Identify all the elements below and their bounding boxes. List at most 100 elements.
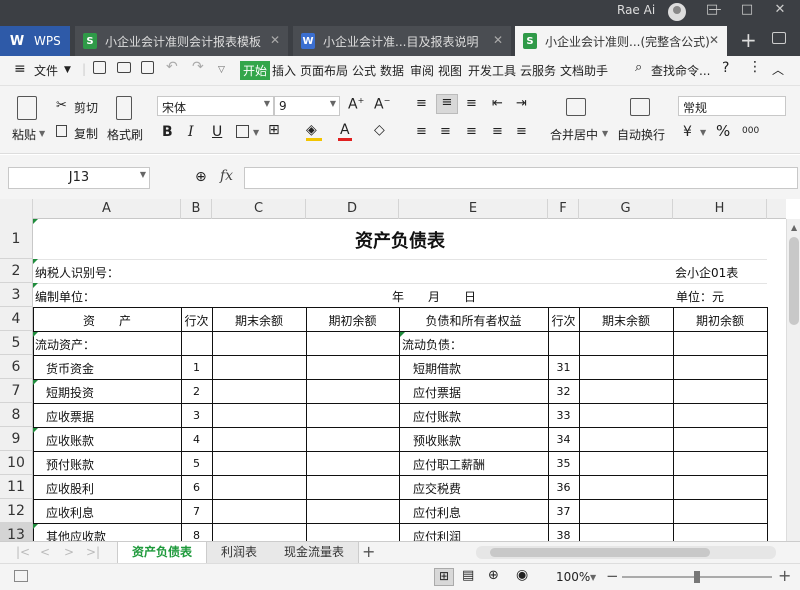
zoom-out-button[interactable]: −	[606, 567, 619, 585]
redo-icon[interactable]: ↷	[192, 59, 204, 75]
copy-button[interactable]: 复制	[74, 125, 98, 142]
column-header[interactable]: G	[579, 199, 673, 219]
prev-sheet-icon[interactable]: <	[40, 545, 50, 559]
asset-item[interactable]: 应收账款	[46, 432, 94, 449]
tab-document-2[interactable]: W 小企业会计准...目及报表说明 ✕	[293, 26, 511, 56]
print-preview-icon[interactable]	[141, 61, 154, 74]
close-window-icon[interactable]: ✕	[768, 2, 792, 17]
asset-line-no[interactable]: 7	[181, 505, 212, 518]
reading-mode-icon[interactable]: ◉	[516, 567, 528, 583]
print-icon[interactable]	[117, 62, 131, 73]
zoom-formula-icon[interactable]: ⊕	[195, 169, 207, 185]
menu-developer[interactable]: 开发工具	[468, 62, 516, 79]
tab-document-1[interactable]: S 小企业会计准则会计报表模板 ✕	[75, 26, 288, 56]
page-layout-view-icon[interactable]: ▤	[462, 568, 474, 583]
menu-home[interactable]: 开始	[240, 61, 271, 80]
asset-item[interactable]: 短期投资	[46, 384, 94, 401]
font-color-icon[interactable]: A	[340, 122, 350, 138]
liability-item[interactable]: 短期借款	[413, 360, 461, 377]
column-header[interactable]: B	[181, 199, 212, 219]
liability-line-no[interactable]: 35	[548, 457, 579, 470]
row-header[interactable]: 7	[0, 379, 33, 403]
merge-grid-icon[interactable]: ⊞	[268, 122, 280, 138]
wrap-text-icon[interactable]	[630, 98, 650, 116]
spreadsheet-grid[interactable]: A B C D E F G H 1 2 3 4 5 6 7 8 9 10 11 …	[0, 199, 800, 541]
add-sheet-button[interactable]: +	[362, 542, 375, 561]
asset-line-no[interactable]: 5	[181, 457, 212, 470]
table-header[interactable]: 期末余额	[579, 312, 673, 329]
close-tab-icon[interactable]: ✕	[493, 33, 503, 47]
save-icon[interactable]	[93, 61, 106, 74]
menu-view[interactable]: 视图	[438, 62, 462, 79]
scrollbar-thumb[interactable]	[789, 237, 799, 325]
scrollbar-thumb[interactable]	[490, 548, 710, 557]
zoom-slider[interactable]	[622, 571, 772, 583]
unit-label[interactable]: 单位：元	[676, 288, 724, 305]
cut-button[interactable]: 剪切	[74, 99, 98, 116]
liability-line-no[interactable]: 37	[548, 505, 579, 518]
close-tab-icon[interactable]: ✕	[270, 33, 280, 47]
chevron-down-icon[interactable]: ▽	[218, 65, 225, 75]
row-header[interactable]: 3	[0, 283, 33, 307]
column-header[interactable]: D	[306, 199, 399, 219]
align-middle-icon[interactable]: ≡	[436, 94, 458, 114]
table-header[interactable]: 行次	[181, 312, 212, 329]
tab-wps-home[interactable]: W WPS	[0, 26, 70, 56]
asset-line-no[interactable]: 3	[181, 409, 212, 422]
table-header[interactable]: 资 产	[33, 312, 181, 329]
last-sheet-icon[interactable]: >|	[86, 545, 100, 559]
liability-line-no[interactable]: 38	[548, 529, 579, 541]
chevron-down-icon[interactable]: ▼	[602, 129, 608, 138]
font-family-select[interactable]: 宋体 ▼	[157, 96, 274, 116]
font-size-select[interactable]: 9 ▼	[274, 96, 340, 116]
menu-insert[interactable]: 插入	[272, 62, 296, 79]
chevron-down-icon[interactable]: ▼	[64, 65, 71, 75]
hamburger-icon[interactable]: ≡	[14, 61, 26, 77]
zoom-slider-thumb[interactable]	[694, 571, 700, 583]
align-bottom-icon[interactable]: ≡	[466, 96, 477, 111]
liability-item[interactable]: 应付职工薪酬	[413, 456, 485, 473]
row-header[interactable]: 10	[0, 451, 33, 475]
sheet-tab[interactable]: 现金流量表	[270, 542, 360, 563]
align-right-icon[interactable]: ≡	[466, 124, 477, 139]
menu-formula[interactable]: 公式	[352, 62, 376, 79]
row-header[interactable]: 9	[0, 427, 33, 451]
chevron-down-icon[interactable]: ▼	[700, 128, 706, 137]
liability-line-no[interactable]: 32	[548, 385, 579, 398]
border-icon[interactable]	[236, 125, 249, 138]
menu-page-layout[interactable]: 页面布局	[300, 62, 348, 79]
undo-icon[interactable]: ↶	[166, 59, 178, 75]
asset-item[interactable]: 货币资金	[46, 360, 94, 377]
bold-button[interactable]: B	[162, 124, 173, 140]
italic-button[interactable]: I	[188, 124, 194, 140]
close-tab-icon[interactable]: ✕	[709, 33, 719, 47]
asset-line-no[interactable]: 6	[181, 481, 212, 494]
collapse-ribbon-icon[interactable]: ︿	[772, 61, 784, 78]
liability-item[interactable]: 应付票据	[413, 384, 461, 401]
liability-line-no[interactable]: 36	[548, 481, 579, 494]
asset-item[interactable]: 应收股利	[46, 480, 94, 497]
increase-font-icon[interactable]: A+	[348, 96, 364, 113]
table-header[interactable]: 期末余额	[212, 312, 306, 329]
merge-center-button[interactable]: 合并居中	[550, 126, 598, 143]
sheet-title[interactable]: 资产负债表	[33, 227, 767, 253]
new-tab-button[interactable]: +	[740, 28, 757, 52]
sheet-tab[interactable]: 利润表	[207, 542, 273, 563]
liability-item[interactable]: 应付利润	[413, 528, 461, 541]
chevron-down-icon[interactable]: ▼	[590, 573, 596, 582]
format-painter-icon[interactable]	[116, 96, 132, 120]
zoom-in-button[interactable]: +	[778, 566, 791, 585]
tab-document-3-active[interactable]: S 小企业会计准则...(完整含公式) ✕	[515, 26, 727, 56]
menu-cloud[interactable]: 云服务	[520, 62, 556, 79]
underline-button[interactable]: U	[212, 124, 222, 140]
asset-line-no[interactable]: 2	[181, 385, 212, 398]
right-section-label[interactable]: 流动负债：	[402, 336, 462, 353]
row-header-selected[interactable]: 13	[0, 523, 33, 541]
minimize-icon[interactable]: —	[703, 2, 727, 17]
chevron-down-icon[interactable]: ▼	[39, 129, 45, 138]
liability-line-no[interactable]: 33	[548, 409, 579, 422]
scissors-icon[interactable]: ✂	[56, 98, 67, 113]
column-header[interactable]: F	[548, 199, 579, 219]
search-icon[interactable]: ⌕	[635, 60, 642, 75]
format-painter-button[interactable]: 格式刷	[107, 126, 143, 143]
